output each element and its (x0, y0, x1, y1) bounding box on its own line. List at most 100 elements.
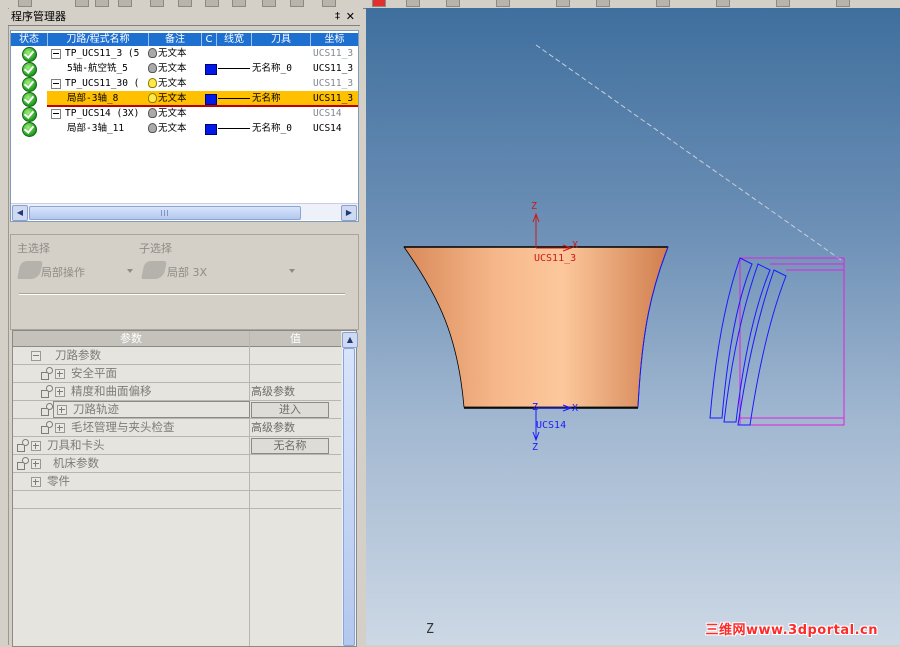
axis-label-x: X (572, 240, 578, 251)
collapse-icon[interactable] (51, 79, 61, 89)
color-swatch[interactable] (205, 64, 217, 75)
program-tree[interactable]: 状态 刀路/程式名称 备注 C 线宽 刀具 坐标 TP_UCS11_3 (5 无… (10, 30, 359, 222)
expand-icon[interactable] (55, 423, 65, 433)
param-row[interactable]: 刀路参数 (13, 347, 341, 365)
status-ok-icon (22, 122, 37, 137)
toolbar-button[interactable] (95, 0, 109, 7)
column-header-name[interactable]: 刀路/程式名称 (48, 33, 149, 46)
column-header-tool[interactable]: 刀具 (252, 33, 311, 46)
expand-icon[interactable] (55, 369, 65, 379)
expand-icon[interactable] (31, 477, 41, 487)
tree-row[interactable]: TP_UCS11_3 (5 无文本 UCS11_3 (11, 46, 358, 62)
row-name: TP_UCS14 (3X) (65, 108, 140, 119)
toolbar-button[interactable] (290, 0, 304, 7)
tree-row[interactable]: TP_UCS14 (3X) 无文本 UCS14 (11, 106, 358, 122)
expand-icon[interactable] (57, 405, 67, 415)
toolbar-button[interactable] (118, 0, 132, 7)
scroll-thumb[interactable] (29, 206, 301, 220)
collapse-icon[interactable] (51, 109, 61, 119)
tool-name-button[interactable]: 无名称 (251, 438, 329, 454)
horizontal-scrollbar[interactable]: ◀ ▶ (11, 203, 358, 221)
column-header-note[interactable]: 备注 (149, 33, 202, 46)
axis-label-z: Z (532, 442, 538, 453)
param-row[interactable]: 机床参数 (13, 455, 341, 473)
param-row-focused[interactable]: 刀路轨迹 进入 (13, 401, 341, 419)
column-header-ucs[interactable]: 坐标 (311, 33, 358, 46)
param-row[interactable]: 毛坯管理与夹头检查 高级参数 (13, 419, 341, 437)
toolbar-button[interactable] (18, 0, 32, 7)
scroll-thumb[interactable] (343, 348, 355, 646)
bulb-icon[interactable] (148, 108, 157, 118)
chevron-down-icon[interactable] (289, 269, 295, 273)
column-header-c[interactable]: C (202, 33, 217, 46)
tree-row-selected[interactable]: 局部-3轴_8 无文本 无名称 UCS11_3 (11, 91, 358, 107)
row-name: 局部-3轴_11 (67, 123, 125, 134)
panel-sash[interactable] (0, 8, 9, 645)
toolbar-button[interactable] (232, 0, 246, 7)
param-row[interactable]: 刀具和卡头 无名称 (13, 437, 341, 455)
bulb-icon[interactable] (148, 78, 157, 88)
program-tree-header: 状态 刀路/程式名称 备注 C 线宽 刀具 坐标 (11, 33, 358, 46)
param-row[interactable]: 精度和曲面偏移 高级参数 (13, 383, 341, 401)
column-header-status[interactable]: 状态 (11, 33, 48, 46)
toolbar-button[interactable] (178, 0, 192, 7)
toolbar-button[interactable] (322, 0, 336, 7)
toolbar-button[interactable] (496, 0, 510, 7)
expand-icon[interactable] (31, 459, 41, 469)
tree-row[interactable]: TP_UCS11_30 ( 无文本 UCS11_3 (11, 76, 358, 92)
graphics-viewport[interactable]: Z X UCS11_3 Z X UCS14 Z Z 三维网www.3dporta… (366, 8, 900, 645)
toolbar-button[interactable] (556, 0, 570, 7)
tool-icon (41, 367, 53, 380)
chevron-down-icon[interactable] (127, 269, 133, 273)
row-tool: 无名称_0 (252, 63, 292, 74)
row-tool: 无名称 (252, 93, 281, 104)
param-row-empty (13, 491, 341, 509)
status-ok-icon (22, 62, 37, 77)
expand-icon[interactable] (55, 387, 65, 397)
toolbar-button[interactable] (446, 0, 460, 7)
sub-selection-label: 子选择 (139, 242, 172, 255)
param-value: 高级参数 (251, 421, 295, 434)
tree-row[interactable]: 局部-3轴_11 无文本 无名称_0 UCS14 (11, 121, 358, 137)
toolpath-passes (709, 257, 787, 426)
color-swatch[interactable] (205, 94, 217, 105)
collapse-icon[interactable] (51, 49, 61, 59)
scroll-right-icon[interactable]: ▶ (341, 205, 357, 221)
ucs-bottom-label: UCS14 (536, 420, 566, 431)
toolbar-button[interactable] (836, 0, 850, 7)
toolbar-button[interactable] (776, 0, 790, 7)
toolbar-button[interactable] (372, 0, 386, 7)
scroll-left-icon[interactable]: ◀ (12, 205, 28, 221)
sub-selection-value[interactable]: 局部 3X (167, 264, 207, 280)
bulb-icon[interactable] (148, 48, 157, 58)
toolbar-button[interactable] (716, 0, 730, 7)
close-icon[interactable]: ✕ (346, 9, 355, 25)
toolbar-button[interactable] (656, 0, 670, 7)
bulb-icon[interactable] (148, 93, 157, 103)
tree-row[interactable]: 5轴-航空铣_5 无文本 无名称_0 UCS11_3 (11, 61, 358, 77)
value-column-header: 值 (290, 332, 301, 345)
param-row[interactable]: 安全平面 (13, 365, 341, 383)
enter-button[interactable]: 进入 (251, 402, 329, 418)
collapse-icon[interactable] (31, 351, 41, 361)
expand-icon[interactable] (31, 441, 41, 451)
toolbar-button[interactable] (75, 0, 89, 7)
axis-label-z: Z (532, 402, 538, 413)
vertical-scrollbar[interactable]: ▲ (342, 331, 358, 646)
axis-label-x: X (572, 403, 578, 414)
param-row[interactable]: 零件 (13, 473, 341, 491)
bulb-icon[interactable] (148, 63, 157, 73)
pin-icon[interactable]: ‡ (335, 9, 340, 25)
color-swatch[interactable] (205, 124, 217, 135)
tool-icon (17, 439, 29, 452)
main-selection-value[interactable]: 局部操作 (41, 264, 85, 280)
toolbar-button[interactable] (205, 0, 219, 7)
toolbar-button[interactable] (262, 0, 276, 7)
toolbar-button[interactable] (406, 0, 420, 7)
scroll-up-icon[interactable]: ▲ (342, 332, 358, 348)
column-header-linewidth[interactable]: 线宽 (217, 33, 252, 46)
tool-icon (41, 421, 53, 434)
toolbar-button[interactable] (596, 0, 610, 7)
bulb-icon[interactable] (148, 123, 157, 133)
toolbar-button[interactable] (150, 0, 164, 7)
